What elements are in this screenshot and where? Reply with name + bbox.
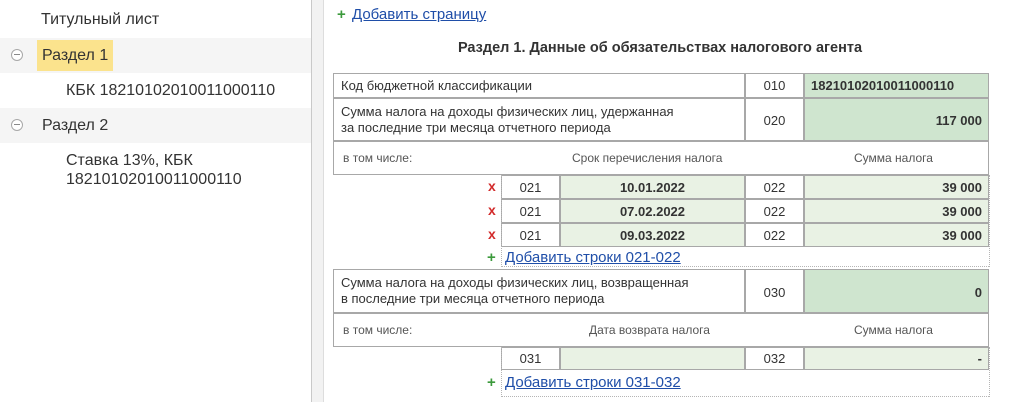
returned-value: 0 xyxy=(974,285,982,300)
return-code-032: 032 xyxy=(763,351,786,366)
returned-code: 030 xyxy=(763,285,786,300)
withheld-value: 117 000 xyxy=(935,113,982,128)
row-code-022: 022 xyxy=(763,228,786,243)
withheld-value-field[interactable]: 117 000 xyxy=(804,98,989,141)
kbk-code: 010 xyxy=(763,78,786,93)
row-amount: 39 000 xyxy=(942,204,982,219)
dotted-guide xyxy=(501,266,989,267)
withheld-code-cell: 020 xyxy=(745,98,804,141)
kbk-label: Код бюджетной классификации xyxy=(341,78,532,93)
row-code-022-cell: 022 xyxy=(745,175,804,199)
delete-icon[interactable]: x xyxy=(488,202,496,218)
returned-code-cell: 030 xyxy=(745,269,804,313)
row-code-022: 022 xyxy=(763,204,786,219)
form-area: + Добавить страницу Раздел 1. Данные об … xyxy=(325,0,1013,402)
delete-icon[interactable]: x xyxy=(488,226,496,242)
row-amount: 39 000 xyxy=(942,180,982,195)
return-code-032-cell: 032 xyxy=(745,347,804,370)
dotted-guide xyxy=(501,175,502,267)
panel-gutter xyxy=(312,0,324,402)
row-code-021: 021 xyxy=(519,180,542,195)
nav-item-section-2-label: Раздел 2 xyxy=(42,117,109,134)
including-header-2: в том числе: Дата возврата налога Сумма … xyxy=(333,313,989,347)
col-return-date-header: Дата возврата налога xyxy=(589,323,710,337)
return-amount: - xyxy=(977,351,982,366)
row-date: 10.01.2022 xyxy=(619,180,686,195)
nav-item-rate-line2: 18210102010011000110 xyxy=(66,171,242,188)
nav-item-rate-line1: Ставка 13%, КБК xyxy=(66,152,193,169)
row-date-field[interactable]: 07.02.2022 xyxy=(560,199,745,223)
nav-item-section-2[interactable]: Раздел 2 xyxy=(0,108,311,143)
withheld-label-line2: за последние три месяца отчетного период… xyxy=(341,120,611,135)
row-code-021-cell: 021 xyxy=(501,175,560,199)
row-code-022: 022 xyxy=(763,180,786,195)
returned-value-field[interactable]: 0 xyxy=(804,269,989,313)
dotted-guide xyxy=(989,175,990,267)
row-code-021-cell: 021 xyxy=(501,223,560,247)
row-code-022-cell: 022 xyxy=(745,223,804,247)
row-date-field[interactable]: 09.03.2022 xyxy=(560,223,745,247)
plus-icon: + xyxy=(337,6,346,23)
nav-item-kbk[interactable]: КБК 18210102010011000110 xyxy=(0,73,311,108)
dotted-guide xyxy=(501,347,502,397)
returned-label-cell: Сумма налога на доходы физических лиц, в… xyxy=(333,269,745,313)
collapse-icon[interactable] xyxy=(11,49,23,61)
kbk-value-field[interactable]: 18210102010011000110 xyxy=(804,73,989,98)
row-code-021: 021 xyxy=(519,204,542,219)
collapse-icon[interactable] xyxy=(11,119,23,131)
delete-icon[interactable]: x xyxy=(488,178,496,194)
add-rows-021-022-link[interactable]: Добавить строки 021-022 xyxy=(505,249,681,266)
col-tax-amount-header: Сумма налога xyxy=(854,151,933,165)
row-amount-field[interactable]: 39 000 xyxy=(804,199,989,223)
nav-item-section-1[interactable]: Раздел 1 xyxy=(0,38,311,73)
withheld-label-line1: Сумма налога на доходы физических лиц, у… xyxy=(341,104,674,119)
row-code-021-cell: 021 xyxy=(501,199,560,223)
returned-label-line1: Сумма налога на доходы физических лиц, в… xyxy=(341,275,689,290)
plus-icon: + xyxy=(487,249,496,266)
including-label: в том числе: xyxy=(343,151,413,165)
nav-item-rate[interactable]: Ставка 13%, КБК 18210102010011000110 xyxy=(0,143,311,193)
return-date-field[interactable] xyxy=(560,347,745,370)
return-amount-field[interactable]: - xyxy=(804,347,989,370)
row-code-022-cell: 022 xyxy=(745,199,804,223)
row-amount-field[interactable]: 39 000 xyxy=(804,175,989,199)
plus-icon: + xyxy=(487,374,496,391)
row-date: 09.03.2022 xyxy=(619,228,686,243)
kbk-code-cell: 010 xyxy=(745,73,804,98)
withheld-code: 020 xyxy=(763,113,786,128)
kbk-label-cell: Код бюджетной классификации xyxy=(333,73,745,98)
return-code-031: 031 xyxy=(519,351,542,366)
dotted-guide xyxy=(501,396,989,397)
row-date-field[interactable]: 10.01.2022 xyxy=(560,175,745,199)
row-amount-field[interactable]: 39 000 xyxy=(804,223,989,247)
nav-item-title-page[interactable]: Титульный лист xyxy=(0,0,311,38)
nav-item-section-1-label: Раздел 1 xyxy=(37,40,114,71)
withheld-label-cell: Сумма налога на доходы физических лиц, у… xyxy=(333,98,745,141)
nav-item-kbk-label: КБК 18210102010011000110 xyxy=(66,82,276,99)
col-transfer-date-header: Срок перечисления налога xyxy=(572,151,723,165)
including-header-1: в том числе: Срок перечисления налога Су… xyxy=(333,141,989,175)
form-title: Раздел 1. Данные об обязательствах налог… xyxy=(457,40,863,56)
row-amount: 39 000 xyxy=(942,228,982,243)
add-page-link[interactable]: Добавить страницу xyxy=(352,6,486,23)
return-code-031-cell: 031 xyxy=(501,347,560,370)
add-rows-031-032-link[interactable]: Добавить строки 031-032 xyxy=(505,374,681,391)
row-code-021: 021 xyxy=(519,228,542,243)
navigation-panel: Титульный лист Раздел 1 КБК 182101020100… xyxy=(0,0,311,402)
dotted-guide xyxy=(989,347,990,397)
col-tax-amount-header: Сумма налога xyxy=(854,323,933,337)
returned-label-line2: в последние три месяца отчетного периода xyxy=(341,291,605,306)
nav-item-title-page-label: Титульный лист xyxy=(41,11,160,28)
kbk-value: 18210102010011000110 xyxy=(811,78,955,93)
row-date: 07.02.2022 xyxy=(619,204,686,219)
including-label: в том числе: xyxy=(343,323,413,337)
